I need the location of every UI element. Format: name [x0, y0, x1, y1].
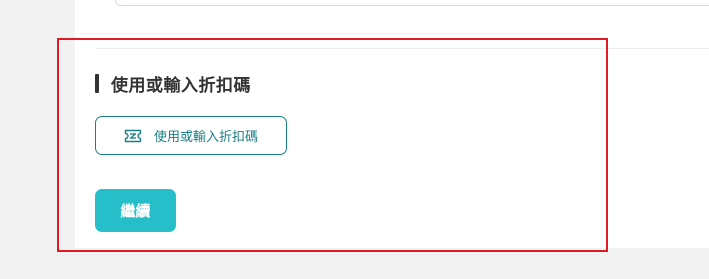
ticket-icon	[124, 129, 142, 143]
coupon-button-label: 使用或輸入折扣碼	[153, 130, 258, 145]
discount-section-header: 使用或輸入折扣碼	[95, 72, 251, 96]
title-accent-bar	[95, 73, 99, 93]
previous-input-field[interactable]	[115, 0, 709, 6]
use-or-enter-coupon-button[interactable]: 使用或輸入折扣碼	[95, 116, 287, 155]
checkout-page: 使用或輸入折扣碼 使用或輸入折扣碼 繼續	[0, 0, 709, 279]
section-title: 使用或輸入折扣碼	[111, 75, 251, 96]
section-divider	[95, 48, 709, 49]
continue-button[interactable]: 繼續	[95, 189, 176, 232]
